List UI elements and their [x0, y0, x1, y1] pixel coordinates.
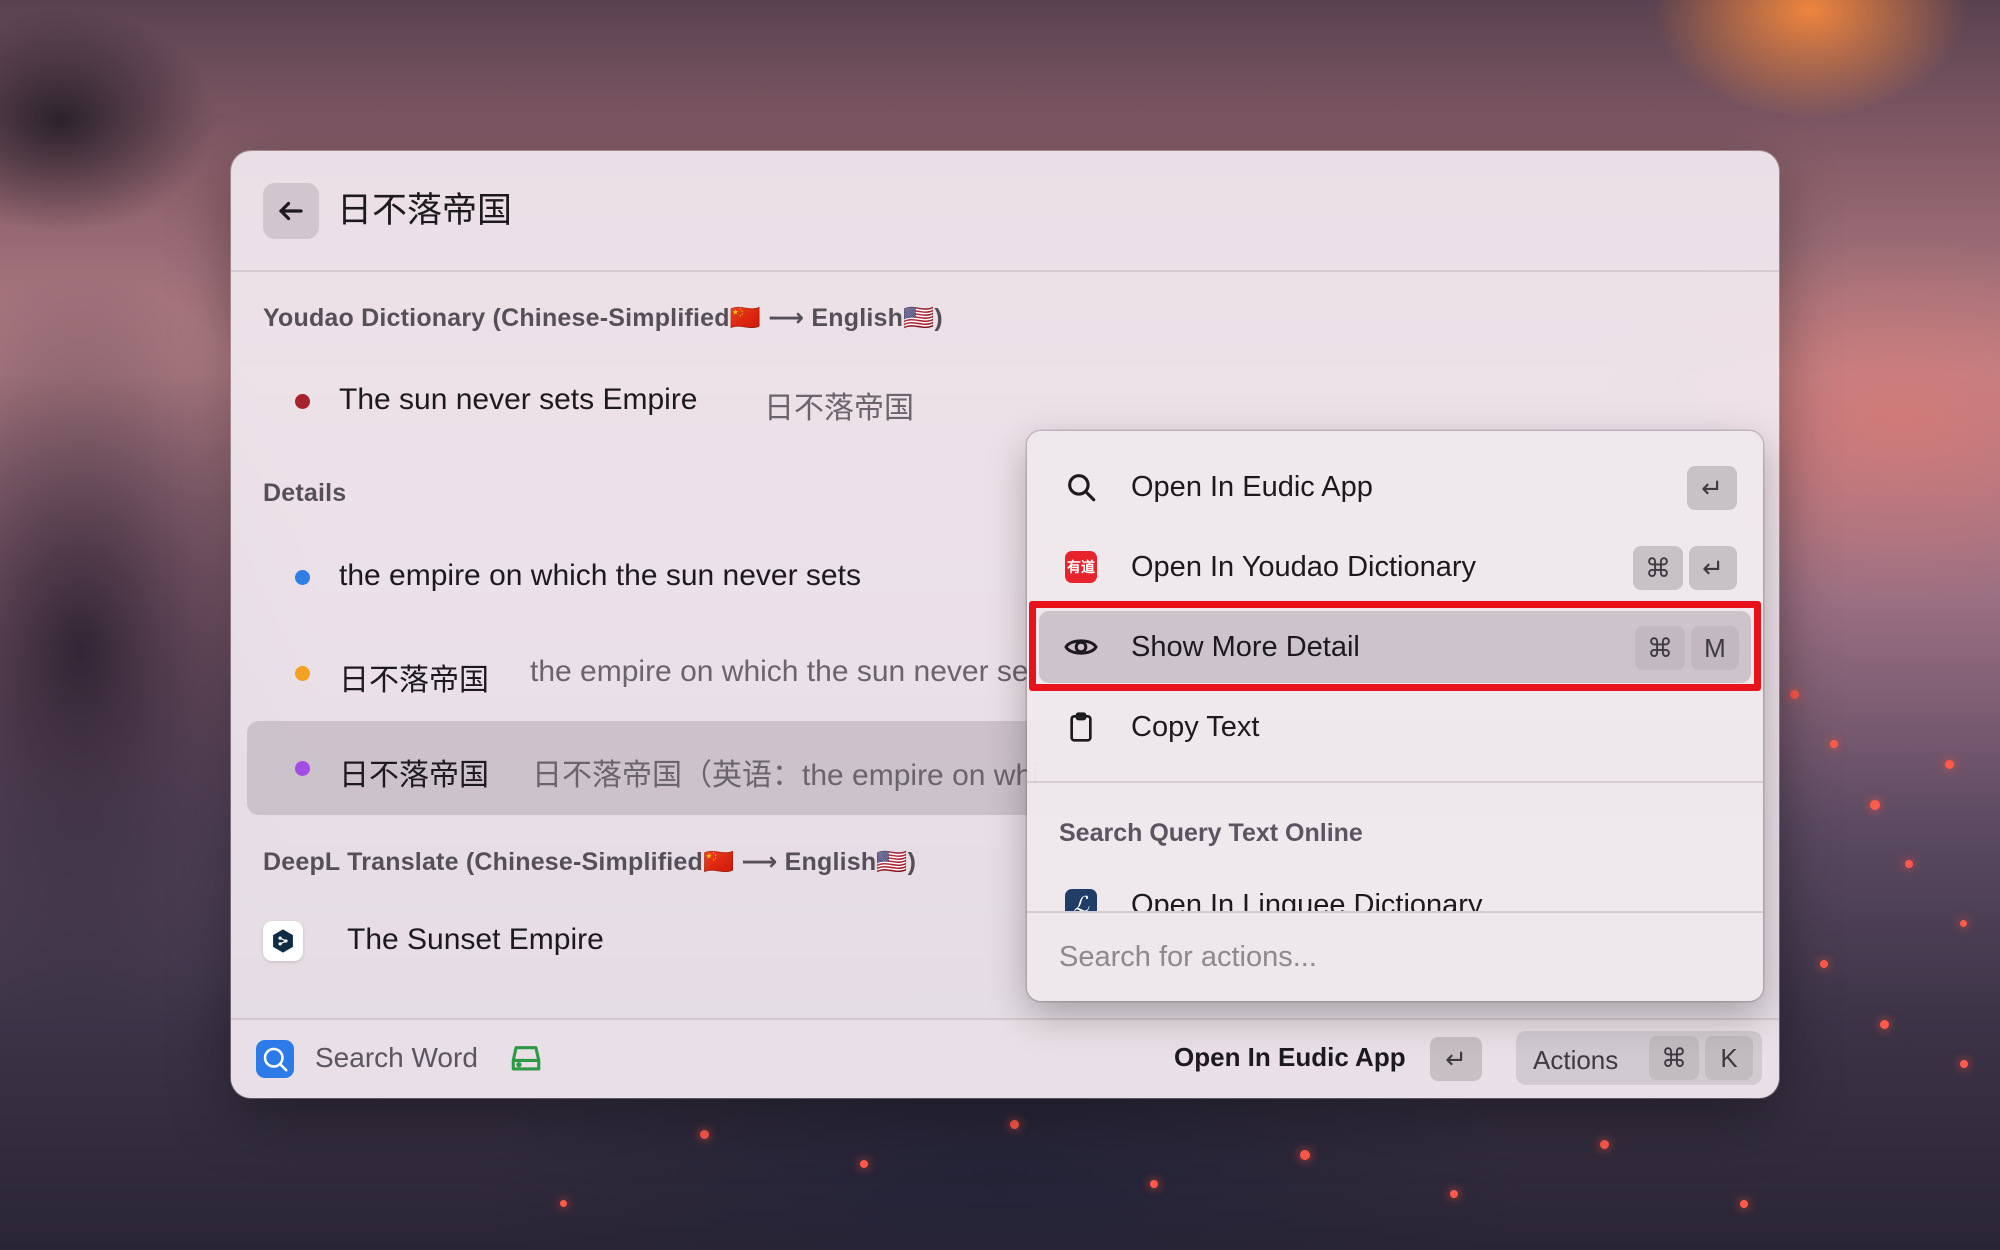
action-open-in-youdao[interactable]: 有道 Open In Youdao Dictionary ⌘ ↵ — [1039, 531, 1751, 603]
result-title: The Sunset Empire — [347, 923, 604, 956]
result-title: The sun never sets Empire — [339, 383, 698, 416]
action-search-input[interactable] — [1057, 933, 1741, 981]
action-open-in-eudic[interactable]: Open In Eudic App ↵ — [1039, 451, 1751, 523]
actions-button[interactable]: Actions ⌘ K — [1516, 1031, 1762, 1085]
dictionary-app-icon — [256, 1040, 294, 1078]
section-title-youdao: Youdao Dictionary (Chinese-Simplified🇨🇳 … — [263, 304, 943, 332]
primary-action-label[interactable]: Open In Eudic App — [1174, 1042, 1406, 1073]
panel-divider — [1027, 781, 1763, 783]
search-header: 日不落帝国 — [231, 151, 1779, 272]
result-subtitle: 日不落帝国 — [764, 392, 914, 425]
result-title: 日不落帝国 — [339, 759, 489, 792]
actions-label: Actions — [1533, 1045, 1619, 1075]
k-key-hint: K — [1705, 1036, 1753, 1080]
section-title-details: Details — [263, 479, 347, 507]
action-label: Open In Eudic App — [1131, 471, 1373, 503]
arrow-left-icon — [279, 201, 303, 221]
panel-section-title: Search Query Text Online — [1059, 819, 1363, 847]
enter-key-hint: ↵ — [1430, 1037, 1482, 1081]
result-dot — [295, 394, 310, 409]
highlight-annotation — [1029, 601, 1761, 691]
search-icon — [1063, 469, 1099, 505]
result-subtitle: the empire on which the sun never se — [530, 655, 1029, 688]
search-query-text[interactable]: 日不落帝国 — [337, 187, 512, 235]
youdao-icon: 有道 — [1063, 549, 1099, 585]
back-button[interactable] — [263, 183, 319, 239]
enter-key-hint: ↵ — [1689, 546, 1737, 590]
result-subtitle: 日不落帝国（英语：the empire on whi — [532, 759, 1039, 792]
result-dot — [295, 666, 310, 681]
section-title-deepl: DeepL Translate (Chinese-Simplified🇨🇳 ⟶ … — [263, 848, 917, 876]
action-search-bar — [1027, 911, 1763, 1001]
deepl-icon — [263, 921, 303, 961]
cmd-key-hint: ⌘ — [1649, 1036, 1699, 1080]
enter-key-hint: ↵ — [1687, 466, 1737, 510]
footer-bar: Search Word Open In Eudic App ↵ Actions … — [231, 1018, 1779, 1098]
result-title: the empire on which the sun never sets — [339, 559, 861, 592]
action-label: Copy Text — [1131, 711, 1260, 743]
clipboard-icon — [1063, 709, 1099, 745]
extension-name: Search Word — [315, 1042, 478, 1073]
result-dot — [295, 570, 310, 585]
action-panel: Open In Eudic App ↵ 有道 Open In Youdao Di… — [1027, 431, 1763, 1001]
result-title: 日不落帝国 — [339, 664, 489, 697]
cmd-key-hint: ⌘ — [1633, 546, 1683, 590]
action-label: Open In Youdao Dictionary — [1131, 551, 1477, 583]
result-dot — [295, 761, 310, 776]
action-copy-text[interactable]: Copy Text — [1039, 691, 1751, 763]
drive-icon — [509, 1042, 543, 1081]
